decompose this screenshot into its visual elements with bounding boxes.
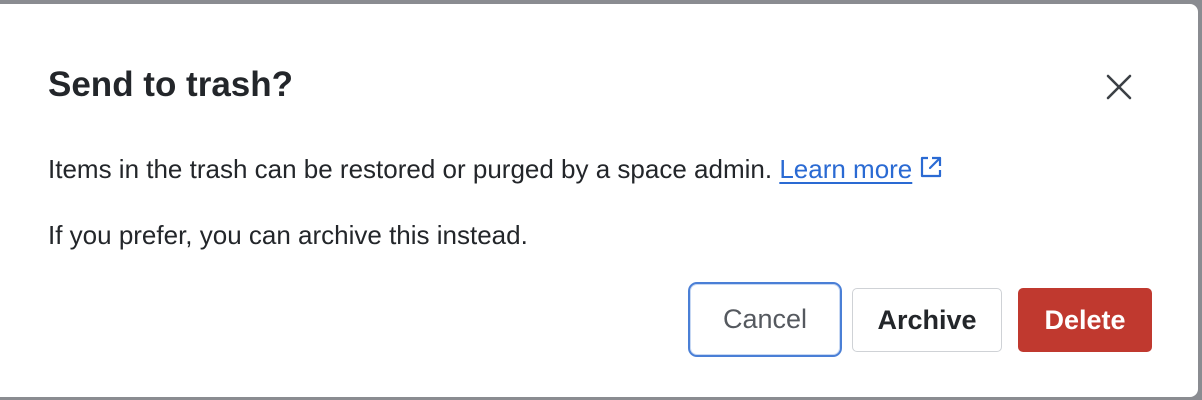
send-to-trash-dialog: Send to trash? Items in the trash can be… [0, 4, 1198, 397]
archive-button[interactable]: Archive [852, 288, 1002, 352]
dialog-title: Send to trash? [48, 65, 294, 104]
close-button[interactable] [1100, 68, 1138, 106]
learn-more-link[interactable]: Learn more [779, 154, 912, 184]
message-text: Items in the trash can be restored or pu… [48, 154, 773, 184]
archive-suggestion-text: If you prefer, you can archive this inst… [48, 220, 528, 250]
external-link-icon[interactable] [918, 154, 944, 180]
close-icon [1106, 74, 1132, 100]
cancel-button[interactable]: Cancel [688, 282, 842, 357]
delete-button[interactable]: Delete [1018, 288, 1152, 352]
dialog-message: Items in the trash can be restored or pu… [48, 152, 944, 186]
learn-more-label: Learn more [779, 154, 913, 184]
